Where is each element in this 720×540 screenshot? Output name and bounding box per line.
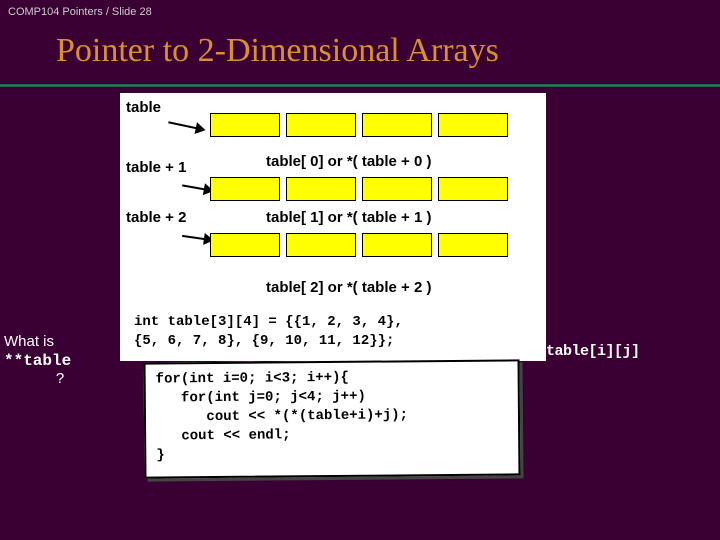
array-cell <box>286 177 356 201</box>
array-cell <box>286 113 356 137</box>
table-row <box>210 233 508 257</box>
question-line2: **table <box>4 352 116 370</box>
arrow-icon <box>168 121 204 130</box>
title-divider <box>0 84 720 87</box>
array-cell <box>362 233 432 257</box>
row-desc-0: table[ 0] or *( table + 0 ) <box>266 153 431 170</box>
question-block: What is **table ? <box>0 93 120 523</box>
array-diagram: table table + 1 table + 2 <box>120 93 546 303</box>
array-cell <box>286 233 356 257</box>
content-area: What is **table ? table table + 1 table … <box>0 93 720 523</box>
slide-header: COMP104 Pointers / Slide 28 <box>0 0 720 24</box>
code-declaration: int table[3][4] = {{1, 2, 3, 4}, {5, 6, … <box>134 313 532 351</box>
array-cell <box>362 177 432 201</box>
array-cell <box>438 113 508 137</box>
row-label-2: table + 2 <box>126 209 186 226</box>
code-loop: for(int i=0; i<3; i++){ for(int j=0; j<4… <box>156 367 509 465</box>
row-desc-2: table[ 2] or *( table + 2 ) <box>266 279 431 296</box>
slide-title: Pointer to 2-Dimensional Arrays <box>0 24 720 84</box>
array-cell <box>210 233 280 257</box>
arrow-icon <box>182 184 212 191</box>
array-cell <box>210 177 280 201</box>
array-cell <box>438 177 508 201</box>
code-area: int table[3][4] = {{1, 2, 3, 4}, {5, 6, … <box>120 303 546 361</box>
code-loop-box: for(int i=0; i<3; i++){ for(int j=0; j<4… <box>144 359 521 478</box>
question-line1: What is <box>4 333 116 350</box>
question-line3: ? <box>4 370 116 387</box>
table-row <box>210 113 508 137</box>
right-annotation: table[i][j] <box>546 93 720 523</box>
array-cell <box>362 113 432 137</box>
row-label-1: table + 1 <box>126 159 186 176</box>
arrow-icon <box>182 235 212 241</box>
table-row <box>210 177 508 201</box>
main-column: table table + 1 table + 2 <box>120 93 546 523</box>
array-cell <box>438 233 508 257</box>
row-desc-1: table[ 1] or *( table + 1 ) <box>266 209 431 226</box>
array-cell <box>210 113 280 137</box>
row-label-0: table <box>126 99 161 116</box>
